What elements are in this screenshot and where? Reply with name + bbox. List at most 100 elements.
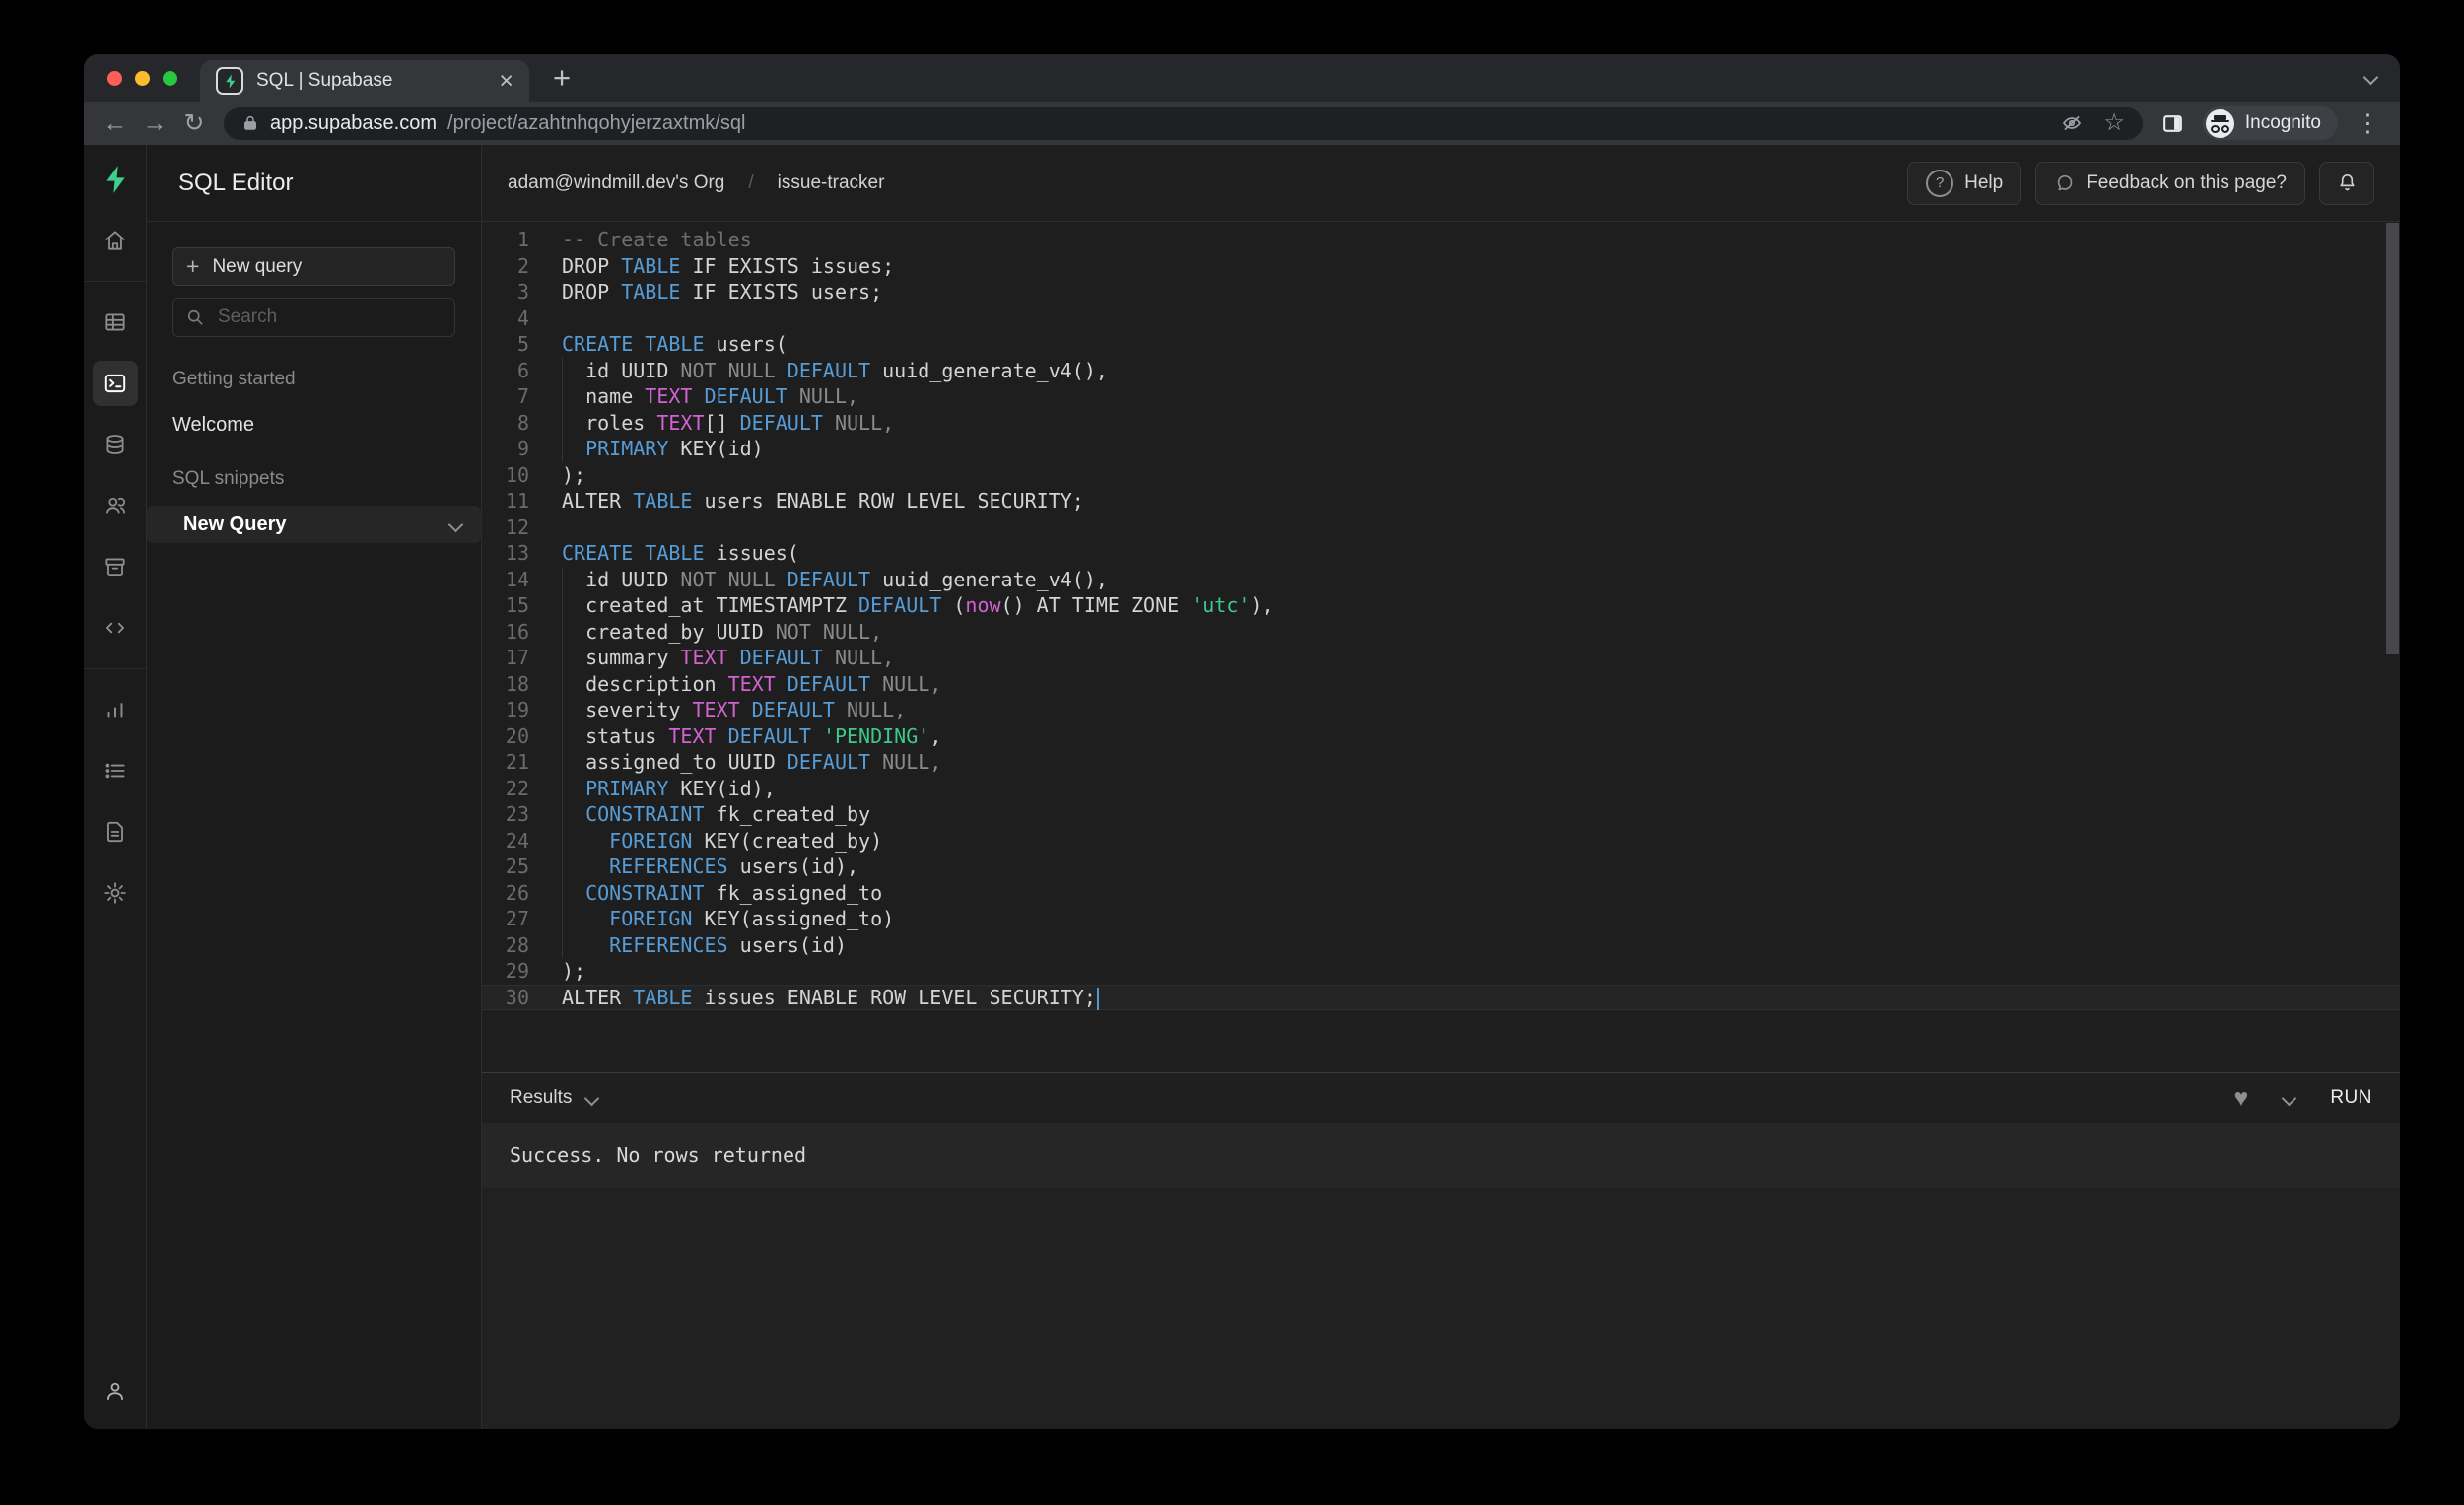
code-line[interactable]: 21 assigned_to UUID DEFAULT NULL,: [482, 749, 2400, 776]
code-line[interactable]: 27 FOREIGN KEY(assigned_to): [482, 906, 2400, 932]
breadcrumb-org[interactable]: adam@windmill.dev's Org: [508, 172, 724, 194]
feedback-button[interactable]: Feedback on this page?: [2035, 162, 2305, 205]
plus-icon: +: [186, 255, 199, 278]
line-number: 13: [482, 540, 529, 567]
chevron-down-icon[interactable]: [448, 516, 464, 532]
code-line[interactable]: 6 id UUID NOT NULL DEFAULT uuid_generate…: [482, 358, 2400, 384]
editor-scrollbar[interactable]: [2386, 223, 2399, 654]
help-button[interactable]: ? Help: [1907, 162, 2021, 205]
notifications-button[interactable]: [2319, 162, 2374, 205]
code-line[interactable]: 23 CONSTRAINT fk_created_by: [482, 801, 2400, 828]
back-button[interactable]: ←: [96, 111, 135, 136]
code-line[interactable]: 18 description TEXT DEFAULT NULL,: [482, 671, 2400, 698]
code-line[interactable]: 9 PRIMARY KEY(id): [482, 436, 2400, 462]
line-number: 30: [482, 985, 529, 1011]
search-box[interactable]: [172, 298, 455, 337]
window-maximize-button[interactable]: [163, 71, 177, 86]
chevron-down-icon: [584, 1090, 600, 1106]
line-number: 1: [482, 227, 529, 253]
new-query-button[interactable]: + New query: [172, 247, 455, 286]
line-number: 15: [482, 592, 529, 619]
window-minimize-button[interactable]: [135, 71, 150, 86]
tab-close-icon[interactable]: ×: [499, 69, 513, 94]
sidebar-item-welcome[interactable]: Welcome: [172, 414, 455, 437]
snippet-label: New Query: [183, 513, 286, 536]
table-editor-icon[interactable]: [93, 300, 138, 345]
tab-title: SQL | Supabase: [256, 70, 486, 92]
tab-strip: SQL | Supabase × +: [84, 54, 2400, 102]
line-number: 26: [482, 880, 529, 907]
code-line[interactable]: 24 FOREIGN KEY(created_by): [482, 828, 2400, 855]
new-tab-button[interactable]: +: [553, 62, 571, 93]
run-button[interactable]: RUN: [2330, 1087, 2372, 1109]
database-icon[interactable]: [93, 422, 138, 467]
code-line[interactable]: 14 id UUID NOT NULL DEFAULT uuid_generat…: [482, 567, 2400, 593]
code-line[interactable]: 4: [482, 306, 2400, 332]
line-number: 29: [482, 958, 529, 985]
browser-window: SQL | Supabase × + ← → ↻ app.supabase.co…: [84, 54, 2400, 1429]
breadcrumb-project[interactable]: issue-tracker: [778, 172, 885, 194]
code-line[interactable]: 25 REFERENCES users(id),: [482, 854, 2400, 880]
code-line[interactable]: 30ALTER TABLE issues ENABLE ROW LEVEL SE…: [482, 985, 2400, 1011]
code-line[interactable]: 26 CONSTRAINT fk_assigned_to: [482, 880, 2400, 907]
account-icon[interactable]: [93, 1368, 138, 1413]
settings-gear-icon[interactable]: [93, 870, 138, 916]
browser-tab[interactable]: SQL | Supabase ×: [200, 60, 529, 102]
indent-guide: [562, 567, 563, 959]
line-number: 27: [482, 906, 529, 932]
code-line[interactable]: 1-- Create tables: [482, 227, 2400, 253]
line-number: 19: [482, 697, 529, 723]
code-line[interactable]: 29);: [482, 958, 2400, 985]
code-line[interactable]: 13CREATE TABLE issues(: [482, 540, 2400, 567]
url-bar[interactable]: app.supabase.com/project/azahtnhqohyjerz…: [224, 107, 2143, 140]
logs-list-icon[interactable]: [93, 748, 138, 793]
code-line[interactable]: 19 severity TEXT DEFAULT NULL,: [482, 697, 2400, 723]
tab-search-chevron-icon[interactable]: [2365, 70, 2376, 88]
supabase-logo-icon[interactable]: [93, 157, 138, 202]
code-line[interactable]: 17 summary TEXT DEFAULT NULL,: [482, 645, 2400, 671]
incognito-icon: [2206, 109, 2234, 138]
run-options-chevron-icon[interactable]: [2282, 1090, 2297, 1106]
main-panel: adam@windmill.dev's Org / issue-tracker …: [482, 145, 2400, 1429]
code-line[interactable]: 10);: [482, 462, 2400, 489]
code-line[interactable]: 12: [482, 514, 2400, 541]
reload-button[interactable]: ↻: [174, 111, 214, 136]
search-input[interactable]: [216, 306, 443, 329]
code-line[interactable]: 15 created_at TIMESTAMPTZ DEFAULT (now()…: [482, 592, 2400, 619]
reports-chart-icon[interactable]: [93, 687, 138, 732]
line-number: 9: [482, 436, 529, 462]
authentication-users-icon[interactable]: [93, 483, 138, 528]
line-number: 3: [482, 279, 529, 306]
code-line[interactable]: 5CREATE TABLE users(: [482, 331, 2400, 358]
side-panel-icon[interactable]: [2160, 111, 2185, 136]
line-number: 18: [482, 671, 529, 698]
code-line[interactable]: 16 created_by UUID NOT NULL,: [482, 619, 2400, 646]
bookmark-star-icon[interactable]: ☆: [2103, 111, 2125, 135]
sidebar-item-new-query[interactable]: New Query: [147, 506, 481, 543]
code-line[interactable]: 7 name TEXT DEFAULT NULL,: [482, 383, 2400, 410]
url-host: app.supabase.com: [270, 112, 437, 135]
code-editor[interactable]: 1-- Create tables2DROP TABLE IF EXISTS i…: [482, 222, 2400, 1072]
main-header: adam@windmill.dev's Org / issue-tracker …: [482, 145, 2400, 222]
code-line[interactable]: 22 PRIMARY KEY(id),: [482, 776, 2400, 802]
home-icon[interactable]: [93, 218, 138, 263]
code-line[interactable]: 8 roles TEXT[] DEFAULT NULL,: [482, 410, 2400, 437]
browser-menu-icon[interactable]: ⋮: [2356, 111, 2380, 136]
storage-icon[interactable]: [93, 544, 138, 589]
code-line[interactable]: 20 status TEXT DEFAULT 'PENDING',: [482, 723, 2400, 750]
new-query-label: New query: [212, 256, 302, 278]
code-line[interactable]: 2DROP TABLE IF EXISTS issues;: [482, 253, 2400, 280]
forward-button[interactable]: →: [135, 111, 174, 136]
favorite-heart-icon[interactable]: ♥: [2233, 1086, 2248, 1111]
code-line[interactable]: 28 REFERENCES users(id): [482, 932, 2400, 959]
window-close-button[interactable]: [107, 71, 122, 86]
results-dropdown[interactable]: Results: [510, 1087, 597, 1109]
sql-editor-icon[interactable]: [93, 361, 138, 406]
nav-rail: [84, 145, 147, 1429]
code-line[interactable]: 11ALTER TABLE users ENABLE ROW LEVEL SEC…: [482, 488, 2400, 514]
api-code-icon[interactable]: [93, 605, 138, 650]
code-line[interactable]: 3DROP TABLE IF EXISTS users;: [482, 279, 2400, 306]
privacy-eye-off-icon[interactable]: [2060, 111, 2084, 135]
docs-file-icon[interactable]: [93, 809, 138, 855]
breadcrumb: adam@windmill.dev's Org / issue-tracker: [508, 172, 884, 194]
